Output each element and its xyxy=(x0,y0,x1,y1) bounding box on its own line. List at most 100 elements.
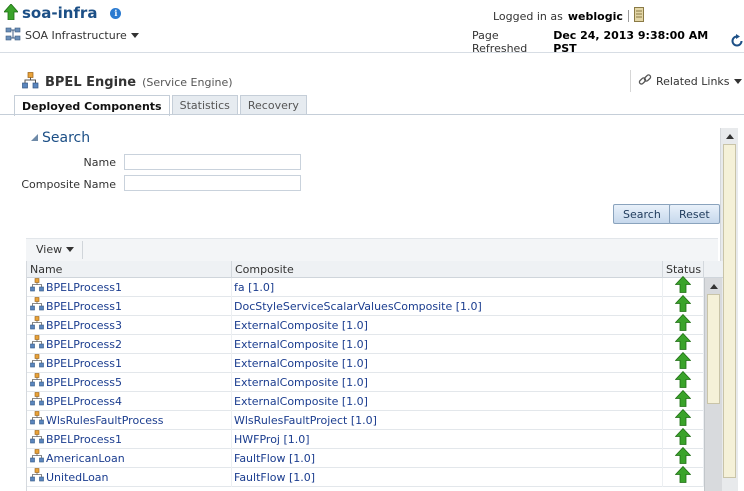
bpel-process-icon xyxy=(30,429,44,450)
composite-link[interactable]: ExternalComposite [1.0] xyxy=(232,316,663,335)
composite-link[interactable]: ExternalComposite [1.0] xyxy=(232,335,663,354)
table-row[interactable]: UnitedLoan FaultFlow [1.0] xyxy=(27,465,704,489)
composite-link[interactable]: HWFProj [1.0] xyxy=(232,430,663,449)
user-separator xyxy=(627,10,629,22)
table-row[interactable]: BPELProcess5 ExternalComposite [1.0] xyxy=(27,370,704,393)
table-row[interactable]: BPELProcess4 ExternalComposite [1.0] xyxy=(27,389,704,412)
composite-link[interactable]: WlsRulesFaultProject [1.0] xyxy=(232,411,663,430)
table-header-row: Name Composite Status xyxy=(27,261,723,278)
tab-deployed-components[interactable]: Deployed Components xyxy=(14,95,170,116)
tab-bar-divider xyxy=(0,114,744,115)
table-row[interactable]: AmericanLoan FaultFlow [1.0] xyxy=(27,446,704,469)
name-input[interactable] xyxy=(124,154,301,170)
app-title[interactable]: soa-infra xyxy=(22,4,97,22)
name-label: Name xyxy=(83,156,116,169)
component-name-link[interactable]: BPELProcess1 xyxy=(46,297,122,316)
status-cell xyxy=(663,465,704,489)
bpel-process-icon xyxy=(30,334,44,355)
bpel-process-icon xyxy=(30,391,44,412)
composite-link[interactable]: fa [1.0] xyxy=(232,278,663,297)
column-header-name[interactable]: Name xyxy=(27,261,232,278)
info-icon[interactable]: i xyxy=(110,7,122,19)
engine-title: BPEL Engine xyxy=(45,74,137,90)
bpel-process-icon xyxy=(30,410,44,431)
table-row[interactable]: BPELProcess1 ExternalComposite [1.0] xyxy=(27,351,704,374)
logged-in-info: Logged in as weblogic xyxy=(493,7,644,25)
table-scrollbar[interactable] xyxy=(704,278,722,491)
tab-statistics[interactable]: Statistics xyxy=(171,95,238,115)
bpel-process-icon xyxy=(30,372,44,393)
header-divider xyxy=(0,52,744,53)
composite-link[interactable]: ExternalComposite [1.0] xyxy=(232,392,663,411)
composite-name-input[interactable] xyxy=(124,175,301,191)
component-name-link[interactable]: BPELProcess1 xyxy=(46,278,122,297)
composite-link[interactable]: FaultFlow [1.0] xyxy=(232,468,663,487)
table-scrollbar-thumb[interactable] xyxy=(707,294,720,404)
soa-infrastructure-label: SOA Infrastructure xyxy=(25,28,127,42)
username[interactable]: weblogic xyxy=(568,10,623,23)
composite-link[interactable]: ExternalComposite [1.0] xyxy=(232,373,663,392)
table-row[interactable]: BPELProcess1 HWFProj [1.0] xyxy=(27,427,704,450)
name-cell: BPELProcess1 xyxy=(27,277,232,298)
toolbar-separator xyxy=(82,241,83,259)
name-cell: BPELProcess2 xyxy=(27,334,232,355)
composite-link[interactable]: ExternalComposite [1.0] xyxy=(232,354,663,373)
table-row[interactable]: BPELProcess1 DocStyleServiceScalarValuesC… xyxy=(27,294,704,317)
logged-in-prefix: Logged in as xyxy=(493,9,563,23)
server-icon xyxy=(633,7,644,25)
bpel-process-icon xyxy=(30,448,44,469)
composite-name-label: Composite Name xyxy=(21,178,116,191)
chevron-down-icon xyxy=(130,29,139,42)
name-cell: BPELProcess1 xyxy=(27,353,232,374)
table-row[interactable]: BPELProcess3 ExternalComposite [1.0] xyxy=(27,313,704,336)
tab-bar: Deployed Components Statistics Recovery xyxy=(14,95,307,116)
view-menu[interactable]: View xyxy=(36,243,75,256)
status-up-icon xyxy=(674,465,692,489)
bpel-process-icon xyxy=(30,315,44,336)
link-chain-icon xyxy=(638,73,652,90)
name-cell: UnitedLoan xyxy=(27,467,232,488)
soa-infrastructure-icon xyxy=(5,27,21,44)
table-row[interactable]: WlsRulesFaultProcess WlsRulesFaultProject… xyxy=(27,408,704,431)
component-name-link[interactable]: WlsRulesFaultProcess xyxy=(46,411,163,430)
name-cell: BPELProcess1 xyxy=(27,429,232,450)
search-button[interactable]: Search xyxy=(613,204,671,224)
composite-link[interactable]: FaultFlow [1.0] xyxy=(232,449,663,468)
related-links-label: Related Links xyxy=(656,74,730,88)
soa-infrastructure-menu[interactable]: SOA Infrastructure xyxy=(5,27,139,43)
engine-subtitle: (Service Engine) xyxy=(142,75,233,89)
table-row[interactable]: BPELProcess2 ExternalComposite [1.0] xyxy=(27,332,704,355)
name-cell: BPELProcess1 xyxy=(27,296,232,317)
component-name-link[interactable]: AmericanLoan xyxy=(46,449,125,468)
table-toolbar xyxy=(26,238,718,262)
bpel-process-icon xyxy=(30,467,44,488)
bpel-process-icon xyxy=(30,277,44,298)
refresh-icon[interactable] xyxy=(730,33,744,51)
engine-title-bar: BPEL Engine (Service Engine) xyxy=(22,72,233,92)
status-up-icon xyxy=(3,2,19,23)
column-header-composite[interactable]: Composite xyxy=(232,261,663,278)
chevron-down-icon xyxy=(66,243,75,256)
name-cell: WlsRulesFaultProcess xyxy=(27,410,232,431)
name-cell: BPELProcess4 xyxy=(27,391,232,412)
scroll-up-icon[interactable] xyxy=(707,280,720,292)
bpel-process-icon xyxy=(30,353,44,374)
search-title: Search xyxy=(42,130,91,146)
bpel-engine-icon xyxy=(22,72,39,92)
scroll-up-icon[interactable] xyxy=(723,130,736,142)
component-name-link[interactable]: BPELProcess5 xyxy=(46,373,122,392)
search-section-header[interactable]: Search xyxy=(30,130,90,146)
bpel-process-icon xyxy=(30,296,44,317)
component-name-link[interactable]: BPELProcess3 xyxy=(46,316,122,335)
tab-recovery[interactable]: Recovery xyxy=(239,95,307,115)
component-name-link[interactable]: BPELProcess1 xyxy=(46,354,122,373)
component-name-link[interactable]: UnitedLoan xyxy=(46,468,109,487)
component-name-link[interactable]: BPELProcess4 xyxy=(46,392,122,411)
component-name-link[interactable]: BPELProcess1 xyxy=(46,430,122,449)
component-name-link[interactable]: BPELProcess2 xyxy=(46,335,122,354)
composite-link[interactable]: DocStyleServiceScalarValuesComposite [1.… xyxy=(232,297,663,316)
page-scrollbar-thumb[interactable] xyxy=(723,144,736,478)
table-row[interactable]: BPELProcess1 fa [1.0] xyxy=(27,275,704,298)
reset-button[interactable]: Reset xyxy=(669,204,720,224)
related-links-menu[interactable]: Related Links xyxy=(630,70,742,92)
